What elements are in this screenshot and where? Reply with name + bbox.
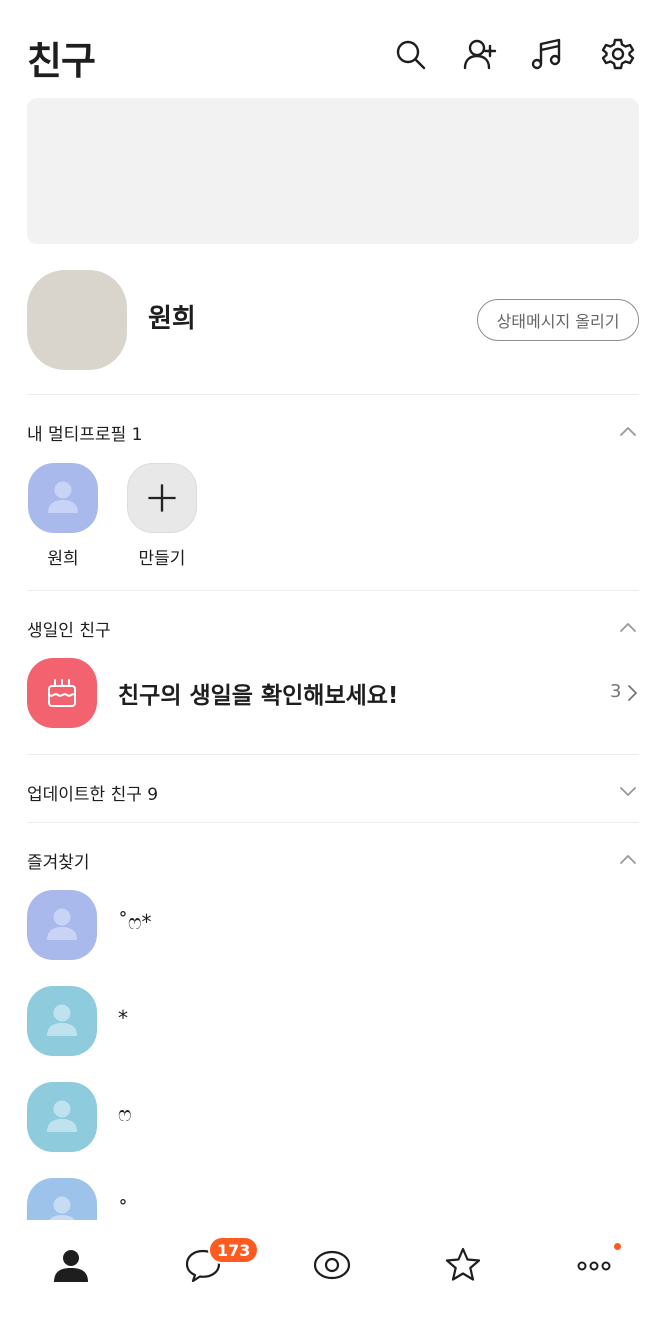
tab-friends[interactable] bbox=[46, 1240, 96, 1290]
list-item[interactable]: ˚ bbox=[0, 1178, 666, 1220]
list-item[interactable]: * bbox=[0, 986, 666, 1058]
tab-shopping[interactable] bbox=[438, 1240, 488, 1290]
birthday-count: 3 bbox=[610, 681, 622, 702]
person-icon bbox=[47, 908, 77, 940]
add-friend-icon[interactable] bbox=[462, 36, 498, 72]
multi-profile-label: 만들기 bbox=[138, 549, 186, 569]
divider bbox=[27, 394, 639, 395]
friend-name: ˚ෆ* bbox=[118, 910, 152, 934]
my-profile[interactable]: 원희 상태메시지 올리기 bbox=[0, 268, 666, 372]
person-icon bbox=[48, 481, 78, 513]
chevron-up-icon[interactable] bbox=[617, 616, 639, 638]
create-multi-profile-button[interactable]: 만들기 bbox=[126, 463, 198, 569]
notification-dot bbox=[614, 1243, 621, 1250]
divider bbox=[27, 590, 639, 591]
ad-banner[interactable] bbox=[27, 98, 639, 244]
tab-more[interactable] bbox=[569, 1240, 619, 1290]
friend-name: ˚ bbox=[118, 1198, 128, 1220]
divider bbox=[27, 754, 639, 755]
page-title: 친구 bbox=[27, 39, 96, 83]
star-icon bbox=[445, 1247, 481, 1281]
favorites-list[interactable]: ˚ෆ* * ෆ ˚ bbox=[0, 870, 666, 1220]
settings-icon[interactable] bbox=[600, 36, 636, 72]
person-icon bbox=[47, 1004, 77, 1036]
music-icon[interactable] bbox=[529, 36, 565, 72]
multi-profile-item[interactable]: 원희 bbox=[27, 463, 99, 569]
cake-icon[interactable] bbox=[27, 658, 97, 728]
avatar bbox=[27, 890, 97, 960]
search-icon[interactable] bbox=[392, 36, 428, 72]
list-item[interactable]: ˚ෆ* bbox=[0, 890, 666, 962]
avatar bbox=[27, 1082, 97, 1152]
view-icon bbox=[313, 1250, 351, 1280]
chat-unread-badge: 173 bbox=[208, 1236, 260, 1264]
chevron-up-icon[interactable] bbox=[617, 420, 639, 442]
avatar bbox=[27, 986, 97, 1056]
avatar[interactable] bbox=[27, 270, 127, 370]
person-icon bbox=[49, 1196, 75, 1220]
list-item[interactable]: ෆ bbox=[0, 1082, 666, 1154]
birthday-message[interactable]: 친구의 생일을 확인해보세요! bbox=[118, 676, 398, 710]
my-name: 원희 bbox=[148, 304, 196, 334]
avatar bbox=[28, 463, 98, 533]
friend-name: * bbox=[118, 1006, 128, 1030]
tab-view[interactable] bbox=[307, 1240, 357, 1290]
avatar bbox=[27, 1178, 97, 1220]
chevron-down-icon[interactable] bbox=[617, 780, 639, 802]
friends-icon bbox=[54, 1250, 88, 1282]
multi-profile-label: 원희 bbox=[47, 549, 79, 569]
chevron-up-icon[interactable] bbox=[617, 848, 639, 870]
multi-profile-title: 내 멀티프로필 1 bbox=[27, 425, 143, 445]
bottom-tab-bar bbox=[0, 1220, 666, 1329]
more-icon bbox=[577, 1261, 611, 1271]
chevron-right-icon[interactable] bbox=[624, 683, 640, 703]
header: 친구 bbox=[0, 0, 666, 98]
plus-icon bbox=[148, 484, 176, 512]
birthday-title: 생일인 친구 bbox=[27, 621, 111, 641]
friend-name: ෆ bbox=[118, 1102, 132, 1126]
divider bbox=[27, 822, 639, 823]
updated-friends-title[interactable]: 업데이트한 친구 9 bbox=[27, 780, 158, 805]
status-message-button[interactable]: 상태메시지 올리기 bbox=[477, 299, 639, 341]
person-icon bbox=[47, 1100, 77, 1132]
plus-tile bbox=[127, 463, 197, 533]
